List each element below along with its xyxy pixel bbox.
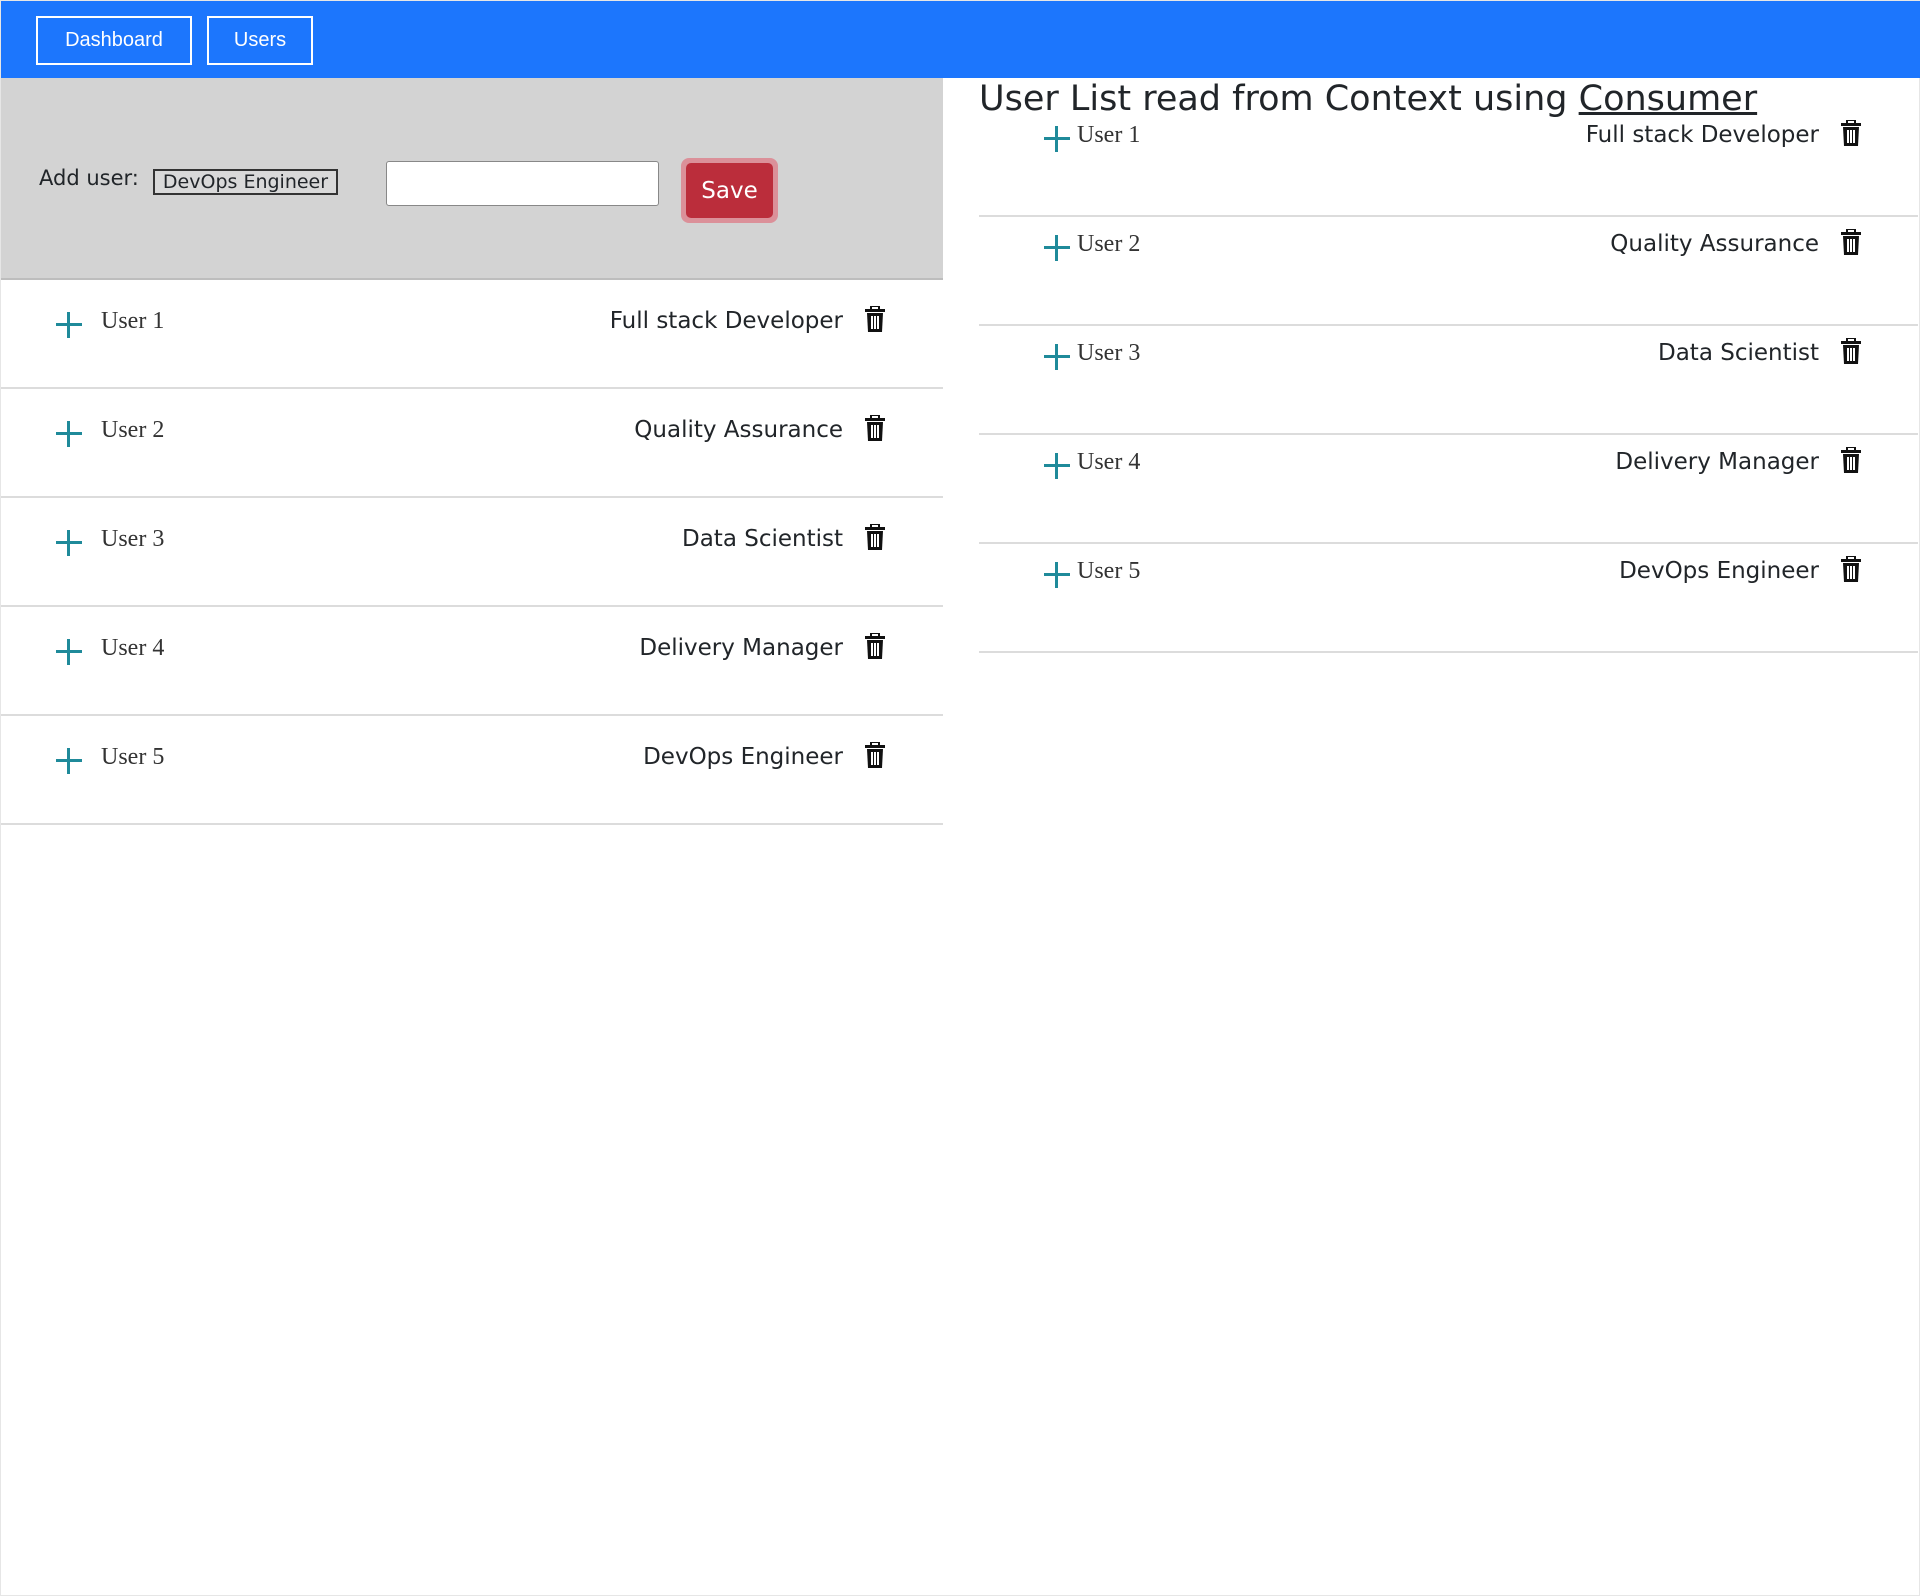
plus-icon[interactable] [1044, 126, 1070, 152]
trash-icon[interactable] [865, 632, 885, 659]
save-button[interactable]: Save [681, 158, 778, 223]
user-role: Quality Assurance [634, 417, 843, 443]
list-item: User 4 Delivery Manager [979, 435, 1918, 544]
user-name-input[interactable] [386, 161, 659, 206]
list-item: User 2 Quality Assurance [1, 389, 943, 498]
user-role: Full stack Developer [1585, 122, 1819, 148]
list-item: User 3 Data Scientist [979, 326, 1918, 435]
nav-dashboard-button[interactable]: Dashboard [36, 16, 192, 65]
list-item: User 5 DevOps Engineer [979, 544, 1918, 653]
user-name: User 2 [1077, 231, 1141, 257]
plus-icon[interactable] [1044, 235, 1070, 261]
save-label: Save [686, 163, 773, 218]
plus-icon[interactable] [56, 748, 82, 774]
trash-icon[interactable] [865, 414, 885, 441]
user-name: User 5 [1077, 558, 1141, 584]
plus-icon[interactable] [56, 421, 82, 447]
trash-icon[interactable] [1841, 119, 1861, 146]
user-name: User 5 [101, 744, 165, 770]
user-name: User 3 [1077, 340, 1141, 366]
plus-icon[interactable] [1044, 344, 1070, 370]
user-name: User 4 [1077, 449, 1141, 475]
user-role: Full stack Developer [609, 308, 843, 334]
trash-icon[interactable] [1841, 228, 1861, 255]
trash-icon[interactable] [865, 741, 885, 768]
list-item: User 1 Full stack Developer [1, 280, 943, 389]
add-user-label: Add user: [39, 166, 139, 190]
list-item: User 3 Data Scientist [1, 498, 943, 607]
user-role: Data Scientist [1658, 340, 1819, 366]
plus-icon[interactable] [56, 639, 82, 665]
role-select[interactable]: DevOps Engineer [153, 169, 338, 195]
plus-icon[interactable] [56, 312, 82, 338]
plus-icon[interactable] [56, 530, 82, 556]
user-role: Delivery Manager [1615, 449, 1819, 475]
trash-icon[interactable] [1841, 337, 1861, 364]
user-role: Delivery Manager [639, 635, 843, 661]
user-role: Quality Assurance [1610, 231, 1819, 257]
plus-icon[interactable] [1044, 562, 1070, 588]
trash-icon[interactable] [865, 305, 885, 332]
list-item: User 1 Full stack Developer [979, 108, 1918, 217]
list-item: User 5 DevOps Engineer [1, 716, 943, 825]
list-item: User 4 Delivery Manager [1, 607, 943, 716]
trash-icon[interactable] [1841, 446, 1861, 473]
trash-icon[interactable] [1841, 555, 1861, 582]
plus-icon[interactable] [1044, 453, 1070, 479]
user-name: User 4 [101, 635, 165, 661]
user-role: DevOps Engineer [1619, 558, 1819, 584]
trash-icon[interactable] [865, 523, 885, 550]
nav-users-button[interactable]: Users [207, 16, 313, 65]
user-name: User 1 [101, 308, 165, 334]
user-name: User 2 [101, 417, 165, 443]
user-role: Data Scientist [682, 526, 843, 552]
user-name: User 3 [101, 526, 165, 552]
navbar: Dashboard Users [1, 1, 1920, 78]
list-item: User 2 Quality Assurance [979, 217, 1918, 326]
user-name: User 1 [1077, 122, 1141, 148]
user-role: DevOps Engineer [643, 744, 843, 770]
